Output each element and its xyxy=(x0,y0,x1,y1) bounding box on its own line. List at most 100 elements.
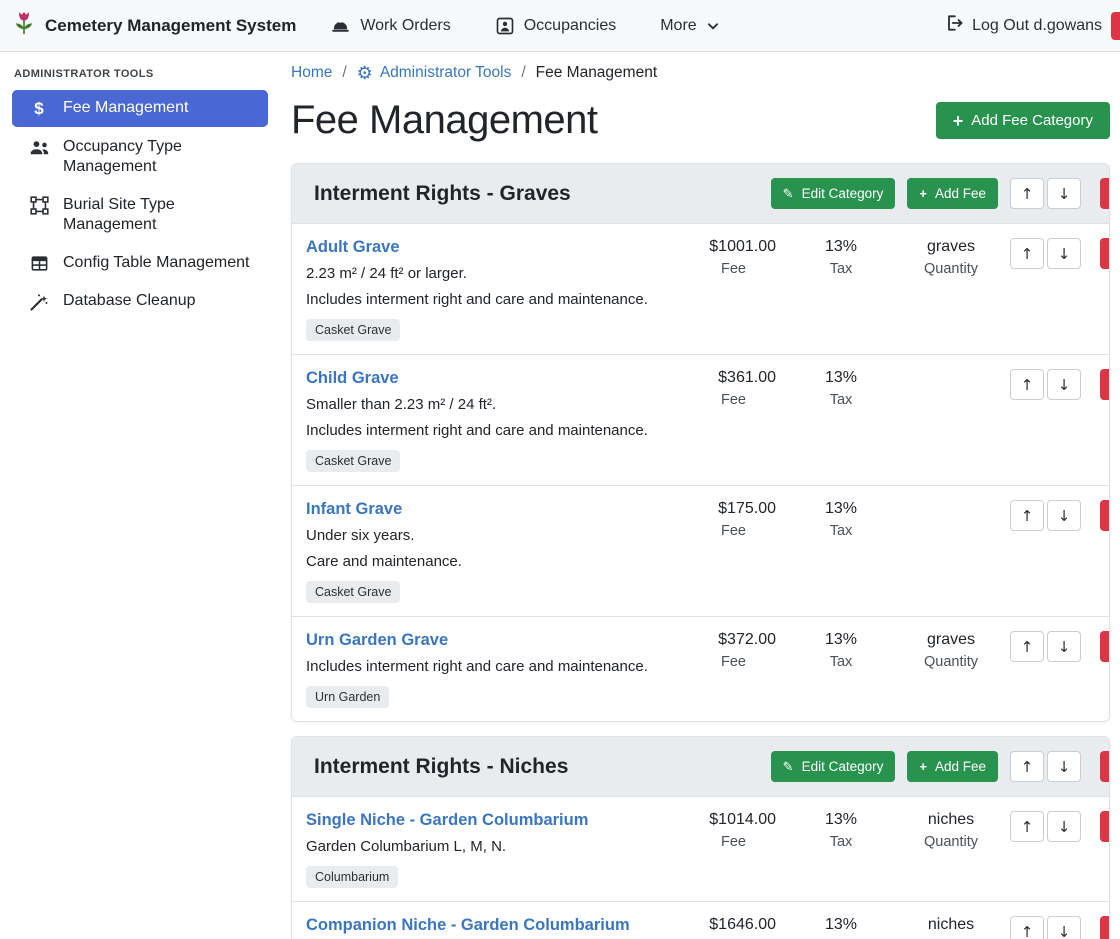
delete-fee-button-partial[interactable] xyxy=(1100,500,1109,531)
tax-column: 13% Tax xyxy=(806,916,876,939)
add-fee-button[interactable]: + Add Fee xyxy=(907,751,998,782)
delete-fee-button-partial[interactable] xyxy=(1100,631,1109,662)
sidebar-item-label: Occupancy Type Management xyxy=(63,137,258,177)
sidebar-item-database-cleanup[interactable]: Database Cleanup xyxy=(12,283,268,320)
move-fee-down-button[interactable]: ↓ xyxy=(1047,369,1081,400)
fee-description: Garden Columbarium L, M, N. xyxy=(306,838,691,855)
delete-fee-button-partial[interactable] xyxy=(1100,238,1109,269)
fee-descriptions: Includes interment right and care and ma… xyxy=(306,658,691,675)
nav-work-orders-label: Work Orders xyxy=(360,17,450,35)
fee-description: Includes interment right and care and ma… xyxy=(306,291,691,308)
quantity-column: niches Quantity xyxy=(896,916,1006,939)
fee-name-link[interactable]: Single Niche - Garden Columbarium xyxy=(306,811,588,830)
delete-fee-button-partial[interactable] xyxy=(1100,369,1109,400)
nav-work-orders[interactable]: Work Orders xyxy=(330,15,450,36)
fee-amount-column: $372.00 Fee xyxy=(691,631,776,670)
nav-more[interactable]: More xyxy=(660,17,719,35)
add-fee-button[interactable]: + Add Fee xyxy=(907,178,998,209)
fee-amount: $175.00 xyxy=(691,500,776,518)
move-category-up-button[interactable]: ↑ xyxy=(1010,178,1044,209)
sidebar-item-burial-site-type-management[interactable]: Burial Site Type Management xyxy=(12,187,268,243)
fee-amount: $1014.00 xyxy=(691,811,776,829)
quantity-column: graves Quantity xyxy=(896,238,1006,277)
fee-description: 2.23 m² / 24 ft² or larger. xyxy=(306,265,691,282)
sidebar-item-config-table-management[interactable]: Config Table Management xyxy=(12,245,268,281)
arrow-up-icon: ↑ xyxy=(1021,185,1034,203)
move-fee-down-button[interactable]: ↓ xyxy=(1047,916,1081,939)
move-fee-down-button[interactable]: ↓ xyxy=(1047,811,1081,842)
fee-descriptions: Garden Columbarium L, M, N. xyxy=(306,838,691,855)
categories-container: Interment Rights - Graves ✎ Edit Categor… xyxy=(291,163,1110,939)
fee-amount-column: $1014.00 Fee xyxy=(691,811,776,850)
arrow-down-icon: ↓ xyxy=(1058,185,1071,203)
gear-icon: ⚙ xyxy=(357,64,373,82)
arrow-up-icon: ↑ xyxy=(1021,376,1034,394)
delete-fee-button-partial[interactable] xyxy=(1100,916,1109,939)
sidebar-heading: ADMINISTRATOR TOOLS xyxy=(0,62,280,88)
fee-type-badge: Columbarium xyxy=(306,866,398,888)
move-fee-up-button[interactable]: ↑ xyxy=(1010,238,1044,269)
fee-amount-column: $361.00 Fee xyxy=(691,369,776,408)
delete-category-button-partial[interactable] xyxy=(1100,751,1109,782)
move-fee-up-button[interactable]: ↑ xyxy=(1010,500,1044,531)
arrow-up-icon: ↑ xyxy=(1021,818,1034,836)
move-fee-up-button[interactable]: ↑ xyxy=(1010,631,1044,662)
fee-amount-column: $1646.00 Fee xyxy=(691,916,776,939)
sidebar-item-label: Database Cleanup xyxy=(63,291,196,311)
breadcrumb-current: Fee Management xyxy=(536,64,658,82)
breadcrumb-admin-tools-link[interactable]: ⚙ Administrator Tools xyxy=(357,64,512,82)
delete-fee-button-partial[interactable] xyxy=(1100,811,1109,842)
wand-icon xyxy=(28,292,50,312)
plus-icon: + xyxy=(953,112,964,130)
move-category-down-button[interactable]: ↓ xyxy=(1047,178,1081,209)
move-fee-down-button[interactable]: ↓ xyxy=(1047,238,1081,269)
arrow-up-icon: ↑ xyxy=(1021,245,1034,263)
move-fee-up-button[interactable]: ↑ xyxy=(1010,916,1044,939)
navbar-delete-button-partial[interactable] xyxy=(1111,12,1120,40)
nav-more-label: More xyxy=(660,17,696,35)
fee-row: Child Grave Smaller than 2.23 m² / 24 ft… xyxy=(292,354,1109,485)
sidebar-item-occupancy-type-management[interactable]: Occupancy Type Management xyxy=(12,129,268,185)
fee-rows: Adult Grave 2.23 m² / 24 ft² or larger. I… xyxy=(292,223,1109,721)
fee-name-link[interactable]: Child Grave xyxy=(306,369,399,388)
hard-hat-icon xyxy=(330,15,351,36)
move-category-down-button[interactable]: ↓ xyxy=(1047,751,1081,782)
fee-name-link[interactable]: Companion Niche - Garden Columbarium xyxy=(306,916,630,935)
breadcrumb-home-link[interactable]: Home xyxy=(291,64,332,82)
move-category-up-button[interactable]: ↑ xyxy=(1010,751,1044,782)
arrow-down-icon: ↓ xyxy=(1058,758,1071,776)
fee-name-link[interactable]: Urn Garden Grave xyxy=(306,631,448,650)
tax-label: Tax xyxy=(806,261,876,277)
fee-name-link[interactable]: Adult Grave xyxy=(306,238,400,257)
fee-type-badge: Casket Grave xyxy=(306,319,400,341)
page-title: Fee Management xyxy=(291,98,598,143)
edit-category-label: Edit Category xyxy=(802,759,884,774)
pencil-icon: ✎ xyxy=(783,760,794,773)
edit-category-button[interactable]: ✎ Edit Category xyxy=(771,751,896,782)
edit-category-button[interactable]: ✎ Edit Category xyxy=(771,178,896,209)
fee-amount: $1001.00 xyxy=(691,238,776,256)
delete-category-button-partial[interactable] xyxy=(1100,178,1109,209)
add-fee-category-button[interactable]: + Add Fee Category xyxy=(936,102,1110,139)
move-fee-up-button[interactable]: ↑ xyxy=(1010,811,1044,842)
plot-icon xyxy=(28,196,50,215)
breadcrumb-separator: / xyxy=(342,64,346,82)
nav-occupancies[interactable]: Occupancies xyxy=(495,16,617,36)
move-fee-down-button[interactable]: ↓ xyxy=(1047,500,1081,531)
sidebar-item-label: Burial Site Type Management xyxy=(63,195,258,235)
quantity-label: Quantity xyxy=(896,654,1006,670)
logout-button[interactable]: Log Out d.gowans xyxy=(944,13,1102,38)
tax-column: 13% Tax xyxy=(806,811,876,850)
quantity-label: Quantity xyxy=(896,261,1006,277)
quantity-value: graves xyxy=(896,631,1006,649)
sidebar-item-fee-management[interactable]: $ Fee Management xyxy=(12,90,268,127)
quantity-value: niches xyxy=(896,811,1006,829)
plus-icon: + xyxy=(919,760,927,773)
dollar-icon: $ xyxy=(28,99,50,119)
fee-row: Infant Grave Under six years.Care and ma… xyxy=(292,485,1109,616)
move-fee-up-button[interactable]: ↑ xyxy=(1010,369,1044,400)
move-fee-down-button[interactable]: ↓ xyxy=(1047,631,1081,662)
fee-description: Under six years. xyxy=(306,527,691,544)
fee-name-link[interactable]: Infant Grave xyxy=(306,500,402,519)
quantity-value: graves xyxy=(896,238,1006,256)
